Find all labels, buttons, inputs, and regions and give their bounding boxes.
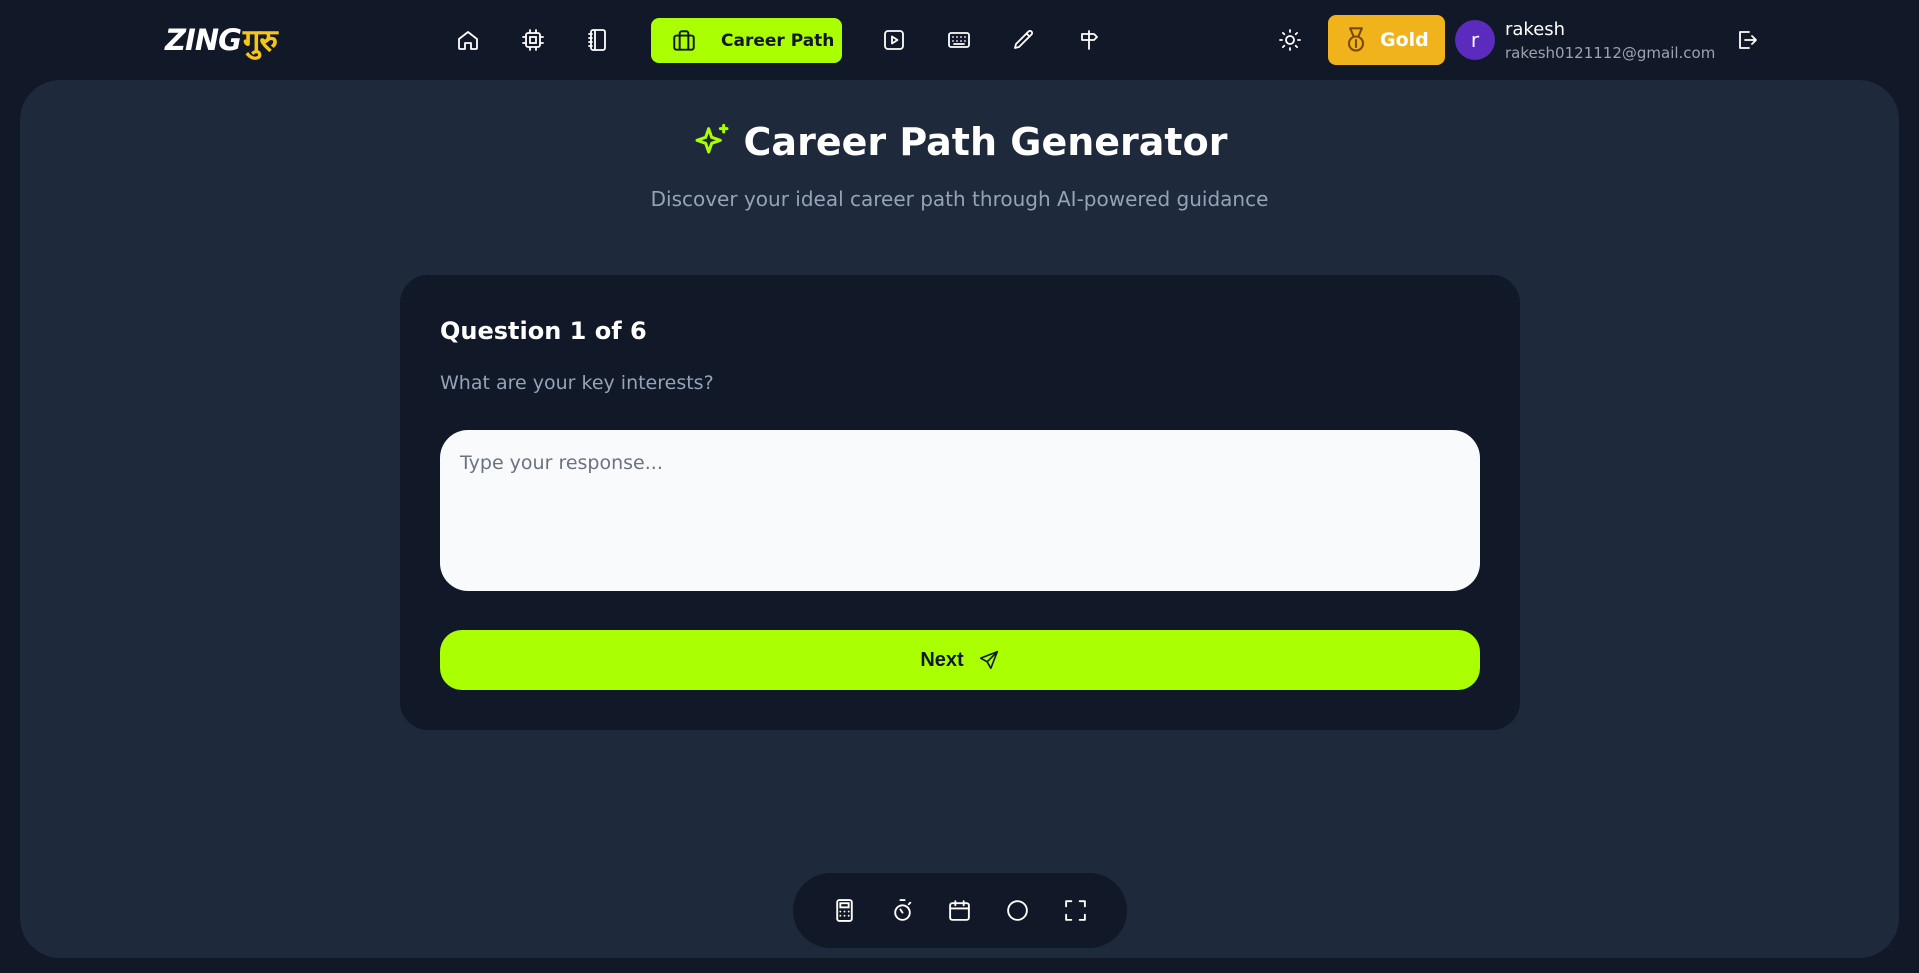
response-input[interactable]: [440, 430, 1480, 591]
page-title: Career Path Generator: [743, 120, 1228, 164]
tab-career-path-label: Career Path: [721, 30, 835, 51]
bottom-edge: [0, 958, 1919, 973]
logo-devanagari-text: गुरु: [242, 23, 278, 59]
stopwatch-icon[interactable]: [882, 891, 922, 931]
circle-icon[interactable]: [998, 891, 1038, 931]
signpost-icon[interactable]: [1069, 21, 1109, 59]
home-icon[interactable]: [448, 21, 488, 59]
next-button-label: Next: [920, 648, 964, 671]
keyboard-icon[interactable]: [939, 21, 979, 59]
cpu-icon[interactable]: [513, 21, 553, 59]
pencil-icon[interactable]: [1004, 21, 1044, 59]
sun-icon[interactable]: [1270, 21, 1310, 59]
plan-badge[interactable]: Gold: [1328, 15, 1445, 65]
play-icon[interactable]: [874, 21, 914, 59]
calendar-icon[interactable]: [940, 891, 980, 931]
notebook-icon[interactable]: [578, 21, 618, 59]
medal-icon: [1347, 27, 1365, 52]
logout-icon[interactable]: [1727, 21, 1767, 59]
plan-badge-label: Gold: [1380, 29, 1429, 51]
logo-latin-text: ZING: [165, 23, 242, 57]
calculator-icon[interactable]: [825, 891, 865, 931]
briefcase-icon: [673, 29, 695, 51]
next-button[interactable]: Next: [440, 630, 1480, 690]
tools-dock: [793, 873, 1127, 948]
page-header: Career Path Generator: [0, 120, 1919, 164]
brand-logo[interactable]: ZING गुरु: [165, 20, 278, 60]
send-icon: [979, 650, 998, 670]
avatar[interactable]: r: [1455, 20, 1495, 60]
tab-career-path[interactable]: Career Path: [651, 18, 842, 63]
page-subtitle: Discover your ideal career path through …: [650, 187, 1269, 211]
sparkles-icon: [695, 123, 729, 154]
question-counter: Question 1 of 6: [440, 317, 647, 345]
question-card: Question 1 of 6 What are your key intere…: [400, 275, 1520, 730]
fullscreen-icon[interactable]: [1055, 891, 1095, 931]
user-name: rakesh: [1505, 19, 1566, 40]
user-email: rakesh0121112@gmail.com: [1505, 44, 1716, 62]
top-navbar: ZING गुरु Career Path Gold r rakesh rake…: [0, 0, 1919, 80]
question-text: What are your key interests?: [440, 372, 714, 394]
